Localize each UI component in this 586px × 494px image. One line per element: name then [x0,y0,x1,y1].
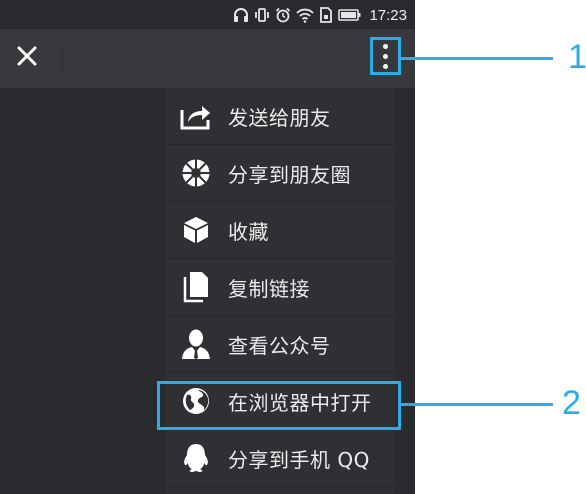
more-vertical-icon [383,43,388,49]
open-in-browser-highlight [157,381,401,430]
menu-item-share-moments[interactable]: 分享到朋友圈 [166,145,395,202]
menu-item-view-official-account[interactable]: 查看公众号 [166,316,395,373]
battery-icon [338,8,362,22]
menu-item-label: 分享到手机 QQ [228,447,370,472]
menu-item-label: 复制链接 [228,276,310,301]
headphones-icon [233,7,249,23]
menu-item-label: 收藏 [228,219,269,244]
copy-icon [180,271,212,303]
menu-item-label: 发送给朋友 [228,105,331,130]
favorite-cube-icon [180,214,212,246]
status-time: 17:23 [369,6,407,24]
share-icon [180,100,212,132]
more-options-button[interactable] [370,37,401,75]
more-options-menu: 发送给朋友 分享到朋友圈 收藏 复制链接 查看公众号 在浏览器中打开 分享到手机… [166,88,395,494]
close-icon [16,45,38,71]
qq-icon [180,442,212,474]
sim-icon [319,7,333,23]
vibrate-icon [254,7,270,23]
alarm-icon [275,7,291,23]
moments-icon [180,157,212,189]
menu-item-send-to-friend[interactable]: 发送给朋友 [166,88,395,145]
menu-item-label: 查看公众号 [228,333,331,358]
topbar-divider [62,43,63,73]
callout-line-2 [401,403,553,406]
menu-item-copy-link[interactable]: 复制链接 [166,259,395,316]
callout-number-1: 1 [568,38,586,76]
more-dot [383,53,388,59]
menu-item-share-qq[interactable]: 分享到手机 QQ [166,430,395,487]
official-account-icon [180,328,212,360]
callout-line-1 [401,57,553,60]
menu-item-favorite[interactable]: 收藏 [166,202,395,259]
top-bar [0,29,415,88]
status-icons: 17:23 [233,6,407,24]
status-bar: 17:23 [0,0,415,29]
callout-number-2: 2 [562,384,581,422]
menu-item-label: 分享到朋友圈 [228,162,351,187]
close-button[interactable] [12,41,42,75]
wifi-icon [296,7,315,23]
more-dot [383,63,388,69]
